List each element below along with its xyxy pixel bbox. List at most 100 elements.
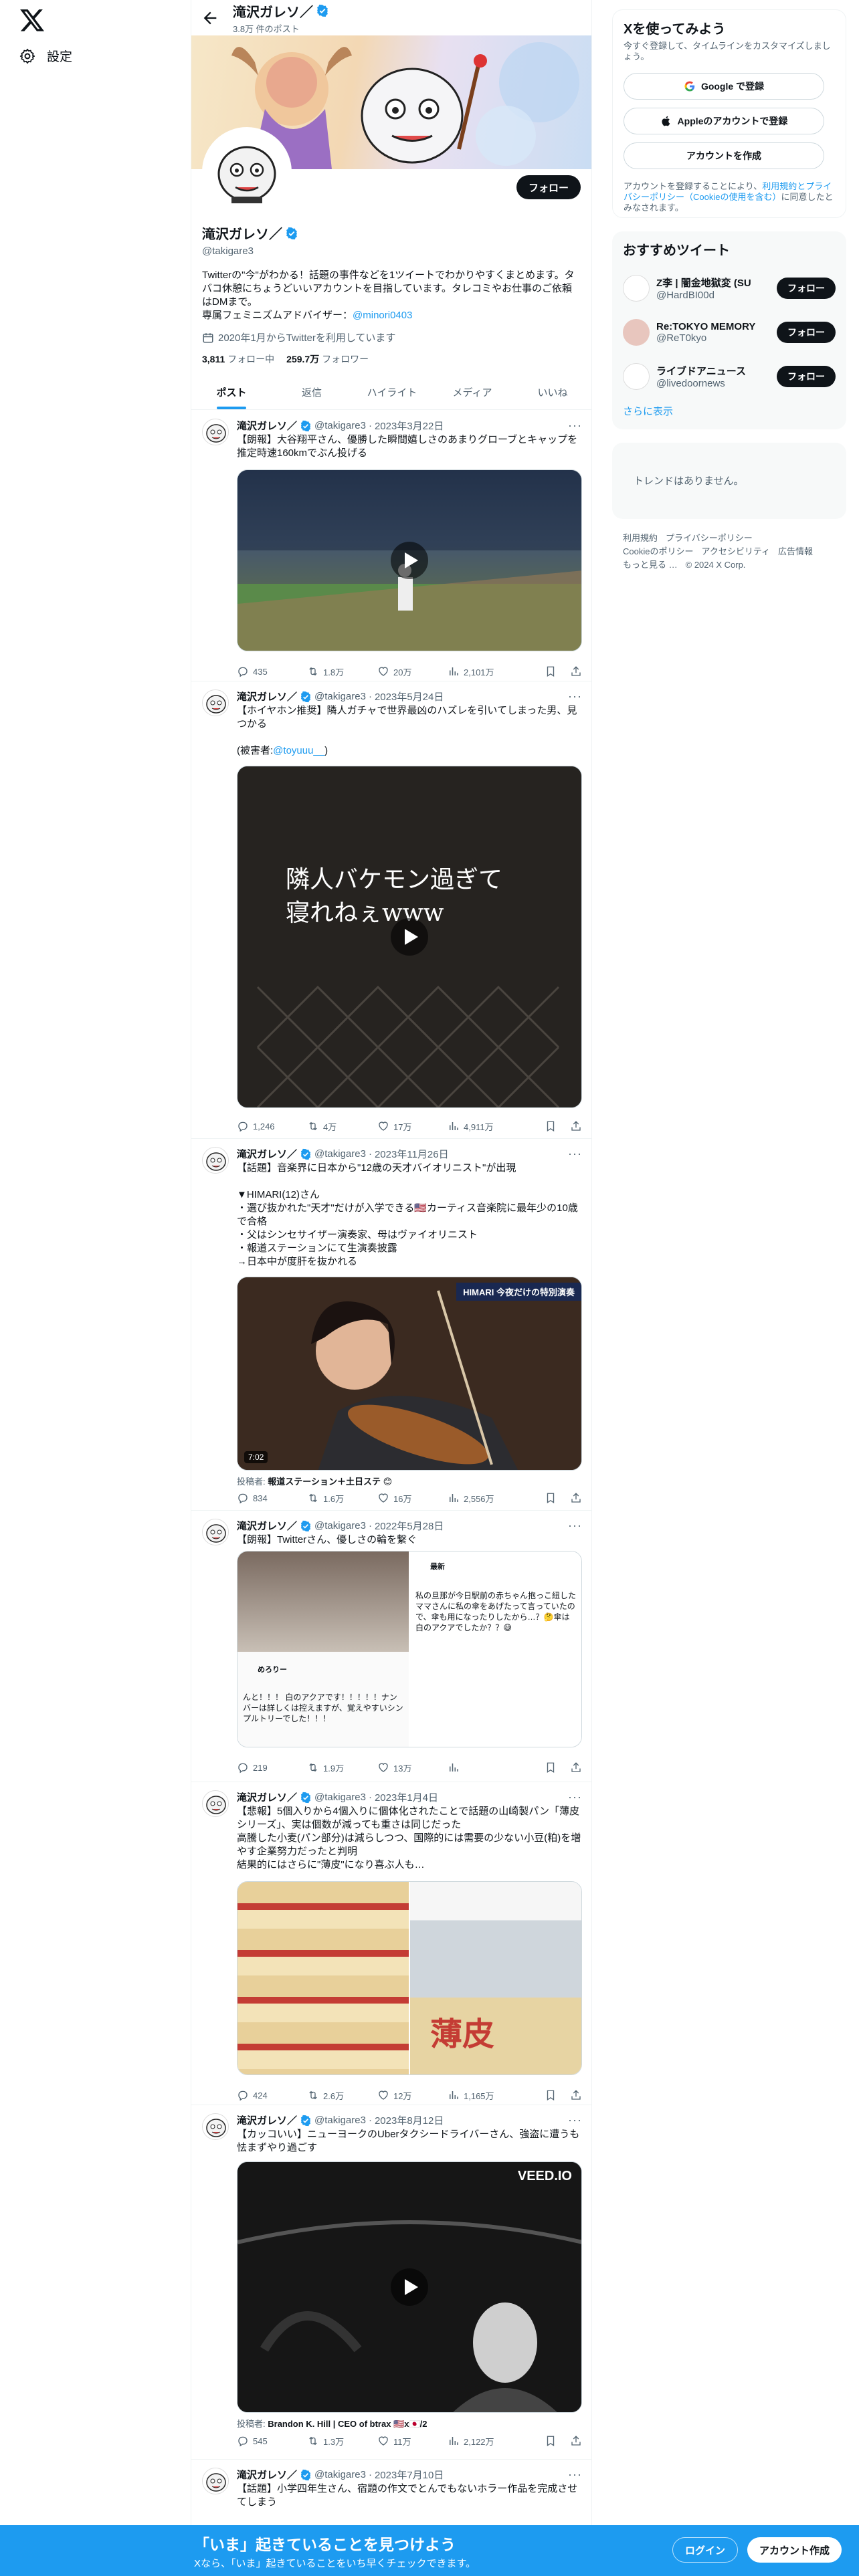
share-icon[interactable] bbox=[570, 1120, 582, 1132]
footer-privacy[interactable]: プライバシーポリシー bbox=[666, 533, 753, 543]
back-arrow-icon[interactable] bbox=[201, 9, 219, 27]
tweet-author[interactable]: 滝沢ガレソ／ bbox=[237, 1147, 297, 1161]
reply-button[interactable]: 1,246 bbox=[237, 1120, 307, 1132]
more-options-icon[interactable]: ··· bbox=[568, 2113, 582, 2127]
tweet-date[interactable]: 2023年3月22日 bbox=[375, 419, 444, 433]
tweet-date[interactable]: 2023年7月10日 bbox=[375, 2468, 444, 2482]
recommend-item[interactable]: Z李 | 闇金地獄変 (SU @HardBI00d フォロー bbox=[623, 270, 836, 306]
more-options-icon[interactable]: ··· bbox=[568, 689, 582, 704]
bookmark-icon[interactable] bbox=[545, 1120, 557, 1132]
views-button[interactable]: 2,556万 bbox=[448, 1492, 518, 1505]
tab-replies[interactable]: 返信 bbox=[272, 374, 352, 409]
follow-button[interactable]: フォロー bbox=[516, 175, 581, 199]
play-button-icon[interactable] bbox=[391, 918, 428, 956]
apple-signup-button[interactable]: Appleのアカウントで登録 bbox=[624, 108, 824, 134]
bookmark-icon[interactable] bbox=[545, 665, 557, 677]
tweet[interactable]: 滝沢ガレソ／ @takigare3 · 2023年3月22日 ··· 【朗報】大谷翔平さ… bbox=[191, 411, 591, 681]
bookmark-icon[interactable] bbox=[545, 1492, 557, 1504]
victim-mention-link[interactable]: @toyuuu__ bbox=[273, 745, 324, 756]
tweet-avatar[interactable] bbox=[202, 2113, 229, 2140]
tweet-video[interactable]: HIMARI 今夜だけの特別演奏 7:02 bbox=[237, 1277, 582, 1471]
tweet[interactable]: 滝沢ガレソ／ @takigare3 · 2023年8月12日 ··· 【カッコいい】ニュ… bbox=[191, 2105, 591, 2460]
tweet-image-grid[interactable]: めろりー んと！！！ 白のアクアです！！！！！ナンバーは詳しくは控えますが、覚え… bbox=[237, 1551, 582, 1747]
bread-photo-right[interactable]: 薄皮 bbox=[410, 1882, 581, 2074]
more-options-icon[interactable]: ··· bbox=[568, 2468, 582, 2482]
signup-button[interactable]: アカウント作成 bbox=[747, 2537, 842, 2563]
tweet-video[interactable]: 隣人バケモン過ぎて 寝れねぇwww bbox=[237, 766, 582, 1108]
tweet-image-grid[interactable]: 薄皮 bbox=[237, 1881, 582, 2075]
follow-button[interactable]: フォロー bbox=[777, 278, 836, 299]
more-options-icon[interactable]: ··· bbox=[568, 419, 582, 433]
screenshot-left[interactable]: めろりー んと！！！ 白のアクアです！！！！！ナンバーは詳しくは控えますが、覚え… bbox=[237, 1551, 409, 1747]
footer-ads[interactable]: 広告情報 bbox=[778, 546, 813, 556]
tweet-video[interactable] bbox=[237, 469, 582, 651]
tweet-date[interactable]: 2023年11月26日 bbox=[375, 1147, 449, 1161]
play-button-icon[interactable] bbox=[391, 2268, 428, 2306]
like-button[interactable]: 16万 bbox=[377, 1492, 448, 1505]
like-button[interactable]: 13万 bbox=[377, 1761, 448, 1774]
tweet-avatar[interactable] bbox=[202, 419, 229, 445]
tab-likes[interactable]: いいね bbox=[512, 374, 591, 409]
bread-photo-left[interactable] bbox=[237, 1882, 409, 2074]
reply-button[interactable]: 435 bbox=[237, 665, 307, 677]
login-button[interactable]: ログイン bbox=[672, 2537, 739, 2563]
tab-media[interactable]: メディア bbox=[432, 374, 512, 409]
play-button-icon[interactable] bbox=[391, 542, 428, 579]
reply-button[interactable]: 219 bbox=[237, 1761, 307, 1774]
create-account-button[interactable]: アカウントを作成 bbox=[624, 142, 824, 169]
tweet-avatar[interactable] bbox=[202, 689, 229, 716]
tweet-avatar[interactable] bbox=[202, 1147, 229, 1174]
tweet-avatar[interactable] bbox=[202, 2468, 229, 2494]
share-icon[interactable] bbox=[570, 2435, 582, 2447]
settings-link[interactable]: 設定 bbox=[19, 47, 72, 65]
attribution-author[interactable]: 報道ステーション＋土日ステ 😊 bbox=[268, 1477, 392, 1487]
retweet-button[interactable]: 2.6万 bbox=[307, 2089, 377, 2102]
tweet-date[interactable]: 2023年1月4日 bbox=[375, 1790, 438, 1804]
tweet-date[interactable]: 2023年8月12日 bbox=[375, 2113, 444, 2127]
screenshot-right[interactable]: 最新 私の旦那が今日駅前の赤ちゃん抱っこ紐したママさんに私の傘をあげたって言って… bbox=[410, 1551, 581, 1747]
show-more-link[interactable]: さらに表示 bbox=[623, 404, 673, 418]
tweet[interactable]: 滝沢ガレソ／ @takigare3 · 2023年11月26日 ··· 【話題】音楽界に… bbox=[191, 1139, 591, 1511]
tweet-avatar[interactable] bbox=[202, 1790, 229, 1817]
followers-stat[interactable]: 259.7万 フォロワー bbox=[286, 352, 369, 366]
footer-terms[interactable]: 利用規約 bbox=[623, 533, 658, 543]
tweet-date[interactable]: 2022年5月28日 bbox=[375, 1519, 444, 1533]
retweet-button[interactable]: 4万 bbox=[307, 1120, 377, 1133]
retweet-button[interactable]: 1.8万 bbox=[307, 665, 377, 678]
views-button[interactable]: 2,101万 bbox=[448, 665, 518, 678]
tweet[interactable]: 滝沢ガレソ／ @takigare3 · 2022年5月28日 ··· 【朗報】Twitt… bbox=[191, 1511, 591, 1782]
tweet-avatar[interactable] bbox=[202, 1519, 229, 1545]
views-button[interactable]: 1,165万 bbox=[448, 2089, 518, 2102]
like-button[interactable]: 11万 bbox=[377, 2435, 448, 2448]
tweet[interactable]: 滝沢ガレソ／ @takigare3 · 2023年1月4日 ··· 【悲報】5個入りから… bbox=[191, 1782, 591, 2105]
follow-button[interactable]: フォロー bbox=[777, 366, 836, 387]
bookmark-icon[interactable] bbox=[545, 2089, 557, 2101]
recommend-item[interactable]: ライブドアニュース @livedoornews フォロー bbox=[623, 358, 836, 395]
views-button[interactable]: 2,122万 bbox=[448, 2435, 518, 2448]
tweet-date[interactable]: 2023年5月24日 bbox=[375, 689, 444, 704]
share-icon[interactable] bbox=[570, 1761, 582, 1774]
x-logo-icon[interactable] bbox=[19, 7, 45, 33]
bookmark-icon[interactable] bbox=[545, 2435, 557, 2447]
share-icon[interactable] bbox=[570, 665, 582, 677]
more-options-icon[interactable]: ··· bbox=[568, 1790, 582, 1804]
more-options-icon[interactable]: ··· bbox=[568, 1519, 582, 1533]
tab-highlights[interactable]: ハイライト bbox=[352, 374, 432, 409]
footer-accessibility[interactable]: アクセシビリティ bbox=[701, 546, 770, 556]
share-icon[interactable] bbox=[570, 1492, 582, 1504]
tweet-author[interactable]: 滝沢ガレソ／ bbox=[237, 419, 297, 433]
google-signup-button[interactable]: Google で登録 bbox=[624, 73, 824, 100]
tweet-video[interactable]: VEED.IO bbox=[237, 2161, 582, 2413]
attribution-author[interactable]: Brandon K. Hill | CEO of btrax 🇺🇸x🇯🇵/2 bbox=[268, 2419, 427, 2429]
footer-more[interactable]: もっと見る … bbox=[623, 560, 678, 570]
reply-button[interactable]: 424 bbox=[237, 2089, 307, 2101]
reply-button[interactable]: 834 bbox=[237, 1492, 307, 1504]
like-button[interactable]: 20万 bbox=[377, 665, 448, 678]
tweet-author[interactable]: 滝沢ガレソ／ bbox=[237, 1519, 297, 1533]
tweet[interactable]: 滝沢ガレソ／ @takigare3 · 2023年5月24日 ··· 【ホイヤホン推奨】… bbox=[191, 681, 591, 1139]
bookmark-icon[interactable] bbox=[545, 1761, 557, 1774]
share-icon[interactable] bbox=[570, 2089, 582, 2101]
more-options-icon[interactable]: ··· bbox=[568, 1147, 582, 1161]
tweet-author[interactable]: 滝沢ガレソ／ bbox=[237, 2113, 297, 2127]
tweet-author[interactable]: 滝沢ガレソ／ bbox=[237, 689, 297, 704]
